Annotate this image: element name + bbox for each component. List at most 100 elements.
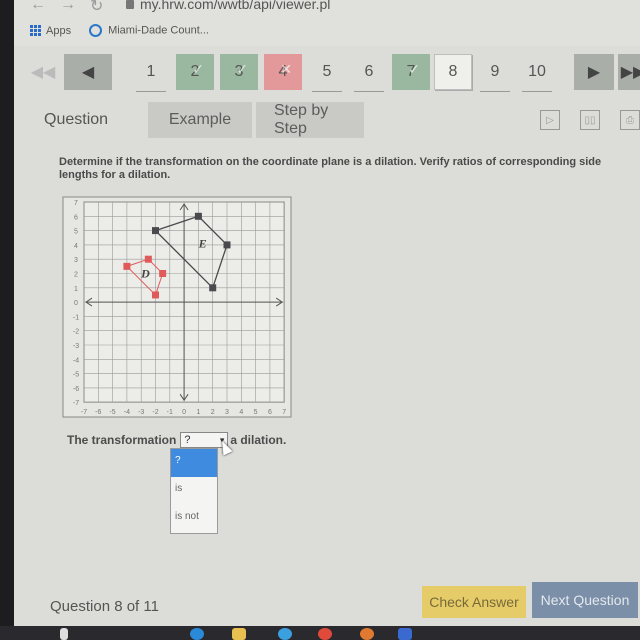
figure-d-vertex (152, 291, 159, 299)
question-number: 6 (364, 63, 374, 80)
address-bar[interactable]: my.hrw.com/wwtb/api/viewer.pl (126, 0, 330, 12)
check-mark-icon: ✓ (192, 61, 204, 77)
question-nav-item[interactable]: 7 ✓ (392, 54, 430, 90)
footer: Question 8 of 11 Check Answer Next Quest… (40, 582, 640, 626)
option-is-not[interactable]: is not (171, 505, 217, 533)
lock-icon (126, 0, 134, 9)
chrome-icon[interactable] (318, 628, 332, 640)
question-number: 5 (322, 63, 332, 80)
bookmark-label: Miami-Dade Count... (108, 24, 209, 37)
question-navigator: ◀◀ ◀ 1 2 ✓ 3 ✓ 4 ✕ 5 6 7 ✓ 8 9 10 ▶ ▶▶ (14, 52, 640, 94)
y-tick-label: -1 (73, 314, 79, 321)
x-tick-label: 0 (182, 409, 186, 416)
x-tick-label: 5 (254, 409, 258, 416)
figure-e-vertex (209, 284, 217, 292)
x-tick-label: -7 (81, 409, 87, 416)
figure-d-vertex (123, 262, 131, 270)
next-question-button[interactable]: Next Question (532, 582, 638, 618)
figure-d-vertex (144, 255, 152, 263)
globe-icon (89, 24, 103, 37)
apps-grid-icon (30, 25, 41, 37)
y-tick-label: 6 (74, 214, 78, 221)
answer-suffix: a dilation. (230, 433, 287, 447)
option-placeholder[interactable]: ? (171, 449, 217, 477)
tab-step-by-step[interactable]: Step by Step (256, 102, 364, 138)
figure-e-vertex (223, 241, 231, 249)
y-tick-label: -3 (73, 343, 79, 350)
question-number: 1 (146, 63, 156, 80)
x-tick-label: 6 (268, 409, 272, 416)
folder-icon[interactable] (232, 628, 246, 640)
next-question-nav-button[interactable]: ▶ (574, 54, 614, 90)
x-tick-label: 1 (196, 409, 200, 416)
check-mark-icon: ✓ (408, 61, 420, 77)
tab-example[interactable]: Example (148, 102, 252, 138)
question-prompt: Determine if the transformation on the c… (59, 156, 602, 181)
x-tick-label: -3 (138, 409, 144, 416)
figure-e-vertex (152, 227, 159, 235)
tool-icons: ▷ ▯▯ ⎙ (540, 110, 640, 130)
y-tick-label: -5 (73, 372, 79, 379)
last-question-button[interactable]: ▶▶ (618, 54, 640, 90)
reload-icon[interactable]: ↻ (90, 0, 103, 16)
book-icon[interactable]: ▯▯ (580, 110, 600, 130)
tab-question[interactable]: Question (44, 102, 148, 138)
video-play-icon[interactable]: ▷ (540, 110, 560, 130)
option-is[interactable]: is (171, 477, 217, 505)
x-tick-label: 4 (239, 409, 243, 416)
question-nav-item[interactable]: 6 (350, 54, 388, 92)
question-number: 9 (490, 63, 500, 80)
y-tick-label: -2 (73, 329, 79, 336)
y-tick-label: 4 (74, 243, 78, 250)
check-answer-button[interactable]: Check Answer (422, 586, 526, 618)
question-counter: Question 8 of 11 (50, 598, 159, 615)
x-tick-label: 2 (211, 409, 215, 416)
double-right-arrow-icon: ▶▶ (620, 64, 640, 81)
print-icon[interactable]: ⎙ (620, 110, 640, 130)
answer-row: The transformation ? ▾ a dilation. (67, 432, 286, 448)
question-nav-item[interactable]: 5 (308, 54, 346, 92)
question-nav-item[interactable]: 1 (132, 54, 170, 92)
y-tick-label: 0 (74, 300, 78, 307)
browser-window: ← → ↻ my.hrw.com/wwtb/api/viewer.pl Apps… (14, 0, 640, 626)
ie-icon[interactable] (278, 628, 292, 640)
question-nav-item[interactable]: 9 (476, 54, 514, 92)
left-arrow-icon: ◀ (81, 64, 95, 81)
answer-prefix: The transformation (67, 433, 177, 447)
y-tick-label: 5 (74, 229, 78, 236)
y-tick-label: -7 (73, 400, 79, 407)
select-value: ? (184, 434, 191, 446)
figure-d-vertex (159, 270, 167, 277)
figure-e-vertex (194, 212, 202, 220)
previous-question-button[interactable]: ◀ (64, 54, 112, 90)
word-icon[interactable] (398, 628, 412, 640)
question-nav-item[interactable]: 10 (518, 54, 556, 92)
x-tick-label: -6 (95, 409, 101, 416)
tab-bar: Question Example Step by Step (44, 102, 368, 138)
question-nav-item[interactable]: 3 ✓ (220, 54, 258, 90)
y-tick-label: -4 (73, 357, 79, 364)
question-number: 10 (528, 63, 546, 80)
double-left-arrow-icon: ◀◀ (30, 64, 56, 81)
x-tick-label: 7 (282, 409, 286, 416)
y-tick-label: 3 (74, 257, 78, 264)
browser-chrome: ← → ↻ my.hrw.com/wwtb/api/viewer.pl Apps… (14, 0, 640, 46)
browser-nav: ← → ↻ (30, 0, 103, 16)
question-nav-item[interactable]: 8 (434, 54, 472, 90)
y-tick-label: 2 (74, 272, 78, 279)
back-arrow-icon[interactable]: ← (30, 0, 46, 16)
edge-icon[interactable] (190, 628, 204, 640)
x-tick-label: -2 (152, 409, 158, 416)
x-tick-label: -1 (167, 409, 173, 416)
x-tick-label: -4 (124, 409, 130, 416)
question-number: 8 (448, 63, 458, 80)
bookmark-apps[interactable]: Apps (30, 25, 71, 37)
forward-arrow-icon[interactable]: → (60, 0, 76, 16)
question-nav-item[interactable]: 4 ✕ (264, 54, 302, 90)
bookmark-miami-dade[interactable]: Miami-Dade Count... (89, 24, 209, 37)
first-question-button[interactable]: ◀◀ (28, 54, 58, 90)
start-icon[interactable] (60, 628, 68, 640)
firefox-icon[interactable] (360, 628, 374, 640)
y-tick-label: 1 (74, 286, 78, 293)
question-nav-item[interactable]: 2 ✓ (176, 54, 214, 90)
